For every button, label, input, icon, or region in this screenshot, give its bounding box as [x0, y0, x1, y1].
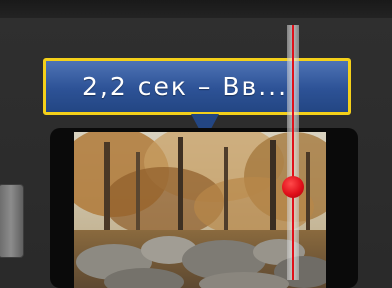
top-bar: [0, 0, 392, 18]
video-clip[interactable]: [50, 128, 358, 288]
clip-duration-tooltip: 2,2 сек – Вв...: [43, 58, 351, 115]
playhead-knob-icon[interactable]: [282, 176, 304, 198]
tooltip-text: 2,2 сек – Вв...: [82, 72, 289, 101]
playhead-line[interactable]: [292, 25, 294, 280]
scroll-handle[interactable]: [0, 184, 24, 258]
